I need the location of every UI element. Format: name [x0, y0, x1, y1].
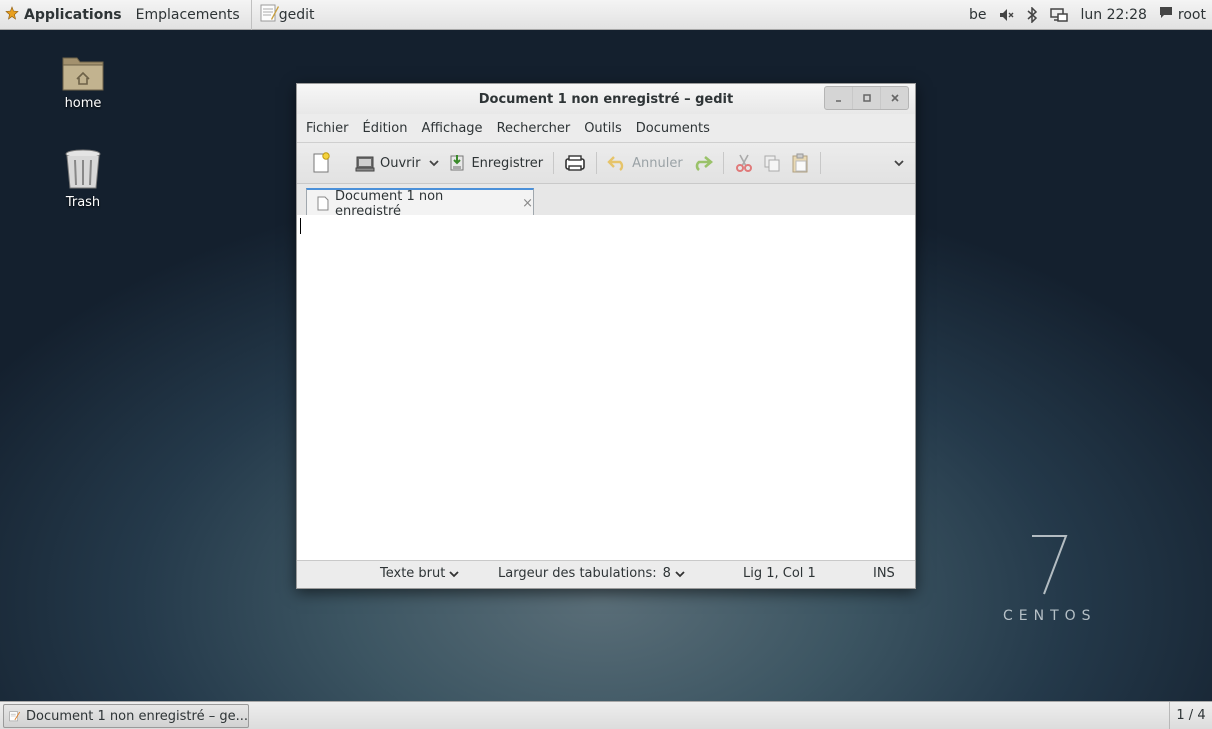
user-label: root [1177, 6, 1206, 23]
menu-edition[interactable]: Édition [356, 121, 415, 136]
bottom-panel: Document 1 non enregistré – ge... 1 / 4 [0, 701, 1212, 729]
copy-button[interactable] [758, 149, 786, 177]
gedit-app-icon [9, 711, 21, 722]
print-button[interactable] [560, 149, 590, 177]
window-titlebar[interactable]: Document 1 non enregistré – gedit [297, 84, 915, 114]
chat-bubble-icon [1159, 6, 1173, 23]
desktop-icon-home[interactable]: home [38, 52, 128, 111]
workspace-switcher[interactable]: 1 / 4 [1169, 702, 1212, 729]
open-recent-dropdown[interactable] [424, 149, 444, 177]
menu-fichier[interactable]: Fichier [299, 121, 356, 136]
tab-width-label: Largeur des tabulations: [498, 566, 657, 581]
keyboard-layout-indicator[interactable]: be [963, 0, 993, 30]
language-label: Texte brut [380, 566, 446, 581]
network-icon[interactable] [1044, 0, 1074, 30]
redo-button[interactable] [687, 149, 717, 177]
menu-outils[interactable]: Outils [577, 121, 629, 136]
chevron-down-icon [894, 160, 904, 167]
top-panel: Applications Emplacements gedit be lun 2… [0, 0, 1212, 30]
save-button-label: Enregistrer [471, 155, 544, 171]
open-folder-icon [355, 156, 375, 172]
applications-menu[interactable]: Applications [0, 0, 129, 30]
copy-icon [764, 155, 780, 172]
maximize-button[interactable] [852, 87, 880, 109]
cursor-position: Lig 1, Col 1 [743, 566, 816, 581]
document-tab-label: Document 1 non enregistré [334, 188, 444, 219]
tab-width-selector[interactable]: Largeur des tabulations: 8 [498, 566, 685, 581]
undo-arrow-icon [607, 156, 624, 171]
menubar: Fichier Édition Affichage Rechercher Out… [297, 114, 915, 143]
minimize-button[interactable] [825, 87, 852, 109]
paste-button[interactable] [786, 149, 814, 177]
undo-button[interactable]: Annuler [603, 149, 687, 177]
language-selector[interactable]: Texte brut [380, 566, 459, 581]
new-document-button[interactable] [307, 149, 335, 177]
chevron-down-icon [449, 570, 459, 577]
taskbar-window-label: Document 1 non enregistré – ge... [26, 708, 248, 724]
clock[interactable]: lun 22:28 [1074, 0, 1152, 30]
printer-icon [565, 155, 585, 171]
open-button[interactable]: Ouvrir [351, 149, 424, 177]
document-tabbar: Document 1 non enregistré × [297, 184, 915, 219]
bluetooth-icon[interactable] [1020, 0, 1044, 30]
menu-rechercher[interactable]: Rechercher [490, 121, 578, 136]
menu-documents[interactable]: Documents [629, 121, 717, 136]
window-title: Document 1 non enregistré – gedit [478, 91, 734, 107]
scissors-icon [735, 154, 752, 172]
toolbar: Ouvrir Enregistrer Annuler [297, 143, 915, 184]
save-icon [450, 155, 464, 171]
desktop-icon-trash-label: Trash [65, 195, 101, 210]
gedit-window: Document 1 non enregistré – gedit Fichie… [296, 83, 916, 589]
open-button-label: Ouvrir [380, 155, 421, 171]
close-button[interactable] [880, 87, 908, 109]
document-icon [317, 196, 329, 211]
applications-label: Applications [24, 6, 122, 23]
centos-wordmark: CENTOS [1003, 608, 1097, 624]
new-document-icon [313, 152, 330, 173]
gedit-app-icon [259, 3, 279, 27]
taskbar-window-button[interactable]: Document 1 non enregistré – ge... [3, 704, 249, 728]
text-cursor [300, 218, 301, 234]
chevron-down-icon [675, 570, 685, 577]
active-app-label: gedit [278, 6, 315, 23]
window-controls [824, 86, 909, 110]
toolbar-overflow-button[interactable] [893, 149, 905, 177]
save-button[interactable]: Enregistrer [444, 149, 547, 177]
chevron-down-icon [429, 160, 440, 167]
places-menu[interactable]: Emplacements [129, 0, 247, 30]
undo-button-label: Annuler [632, 155, 683, 171]
cut-button[interactable] [730, 149, 758, 177]
document-tab[interactable]: Document 1 non enregistré × [306, 188, 534, 219]
insert-mode-indicator: INS [873, 566, 895, 581]
tab-close-icon[interactable]: × [522, 196, 533, 211]
user-menu[interactable]: root [1153, 0, 1212, 30]
text-editor[interactable] [297, 215, 915, 561]
menu-affichage[interactable]: Affichage [414, 121, 489, 136]
volume-muted-icon[interactable] [992, 0, 1020, 30]
app-menu-gedit[interactable]: gedit [250, 0, 322, 30]
redo-arrow-icon [695, 156, 713, 171]
home-folder-icon [62, 57, 104, 91]
trash-icon [65, 149, 101, 189]
centos-version-mark [1032, 535, 1068, 595]
desktop-icon-home-label: home [64, 96, 102, 111]
statusbar: Texte brut Largeur des tabulations: 8 Li… [297, 560, 915, 588]
tab-width-value: 8 [662, 566, 671, 581]
desktop-icon-trash[interactable]: Trash [38, 147, 128, 210]
clipboard-icon [792, 153, 808, 173]
applications-icon [5, 5, 19, 24]
